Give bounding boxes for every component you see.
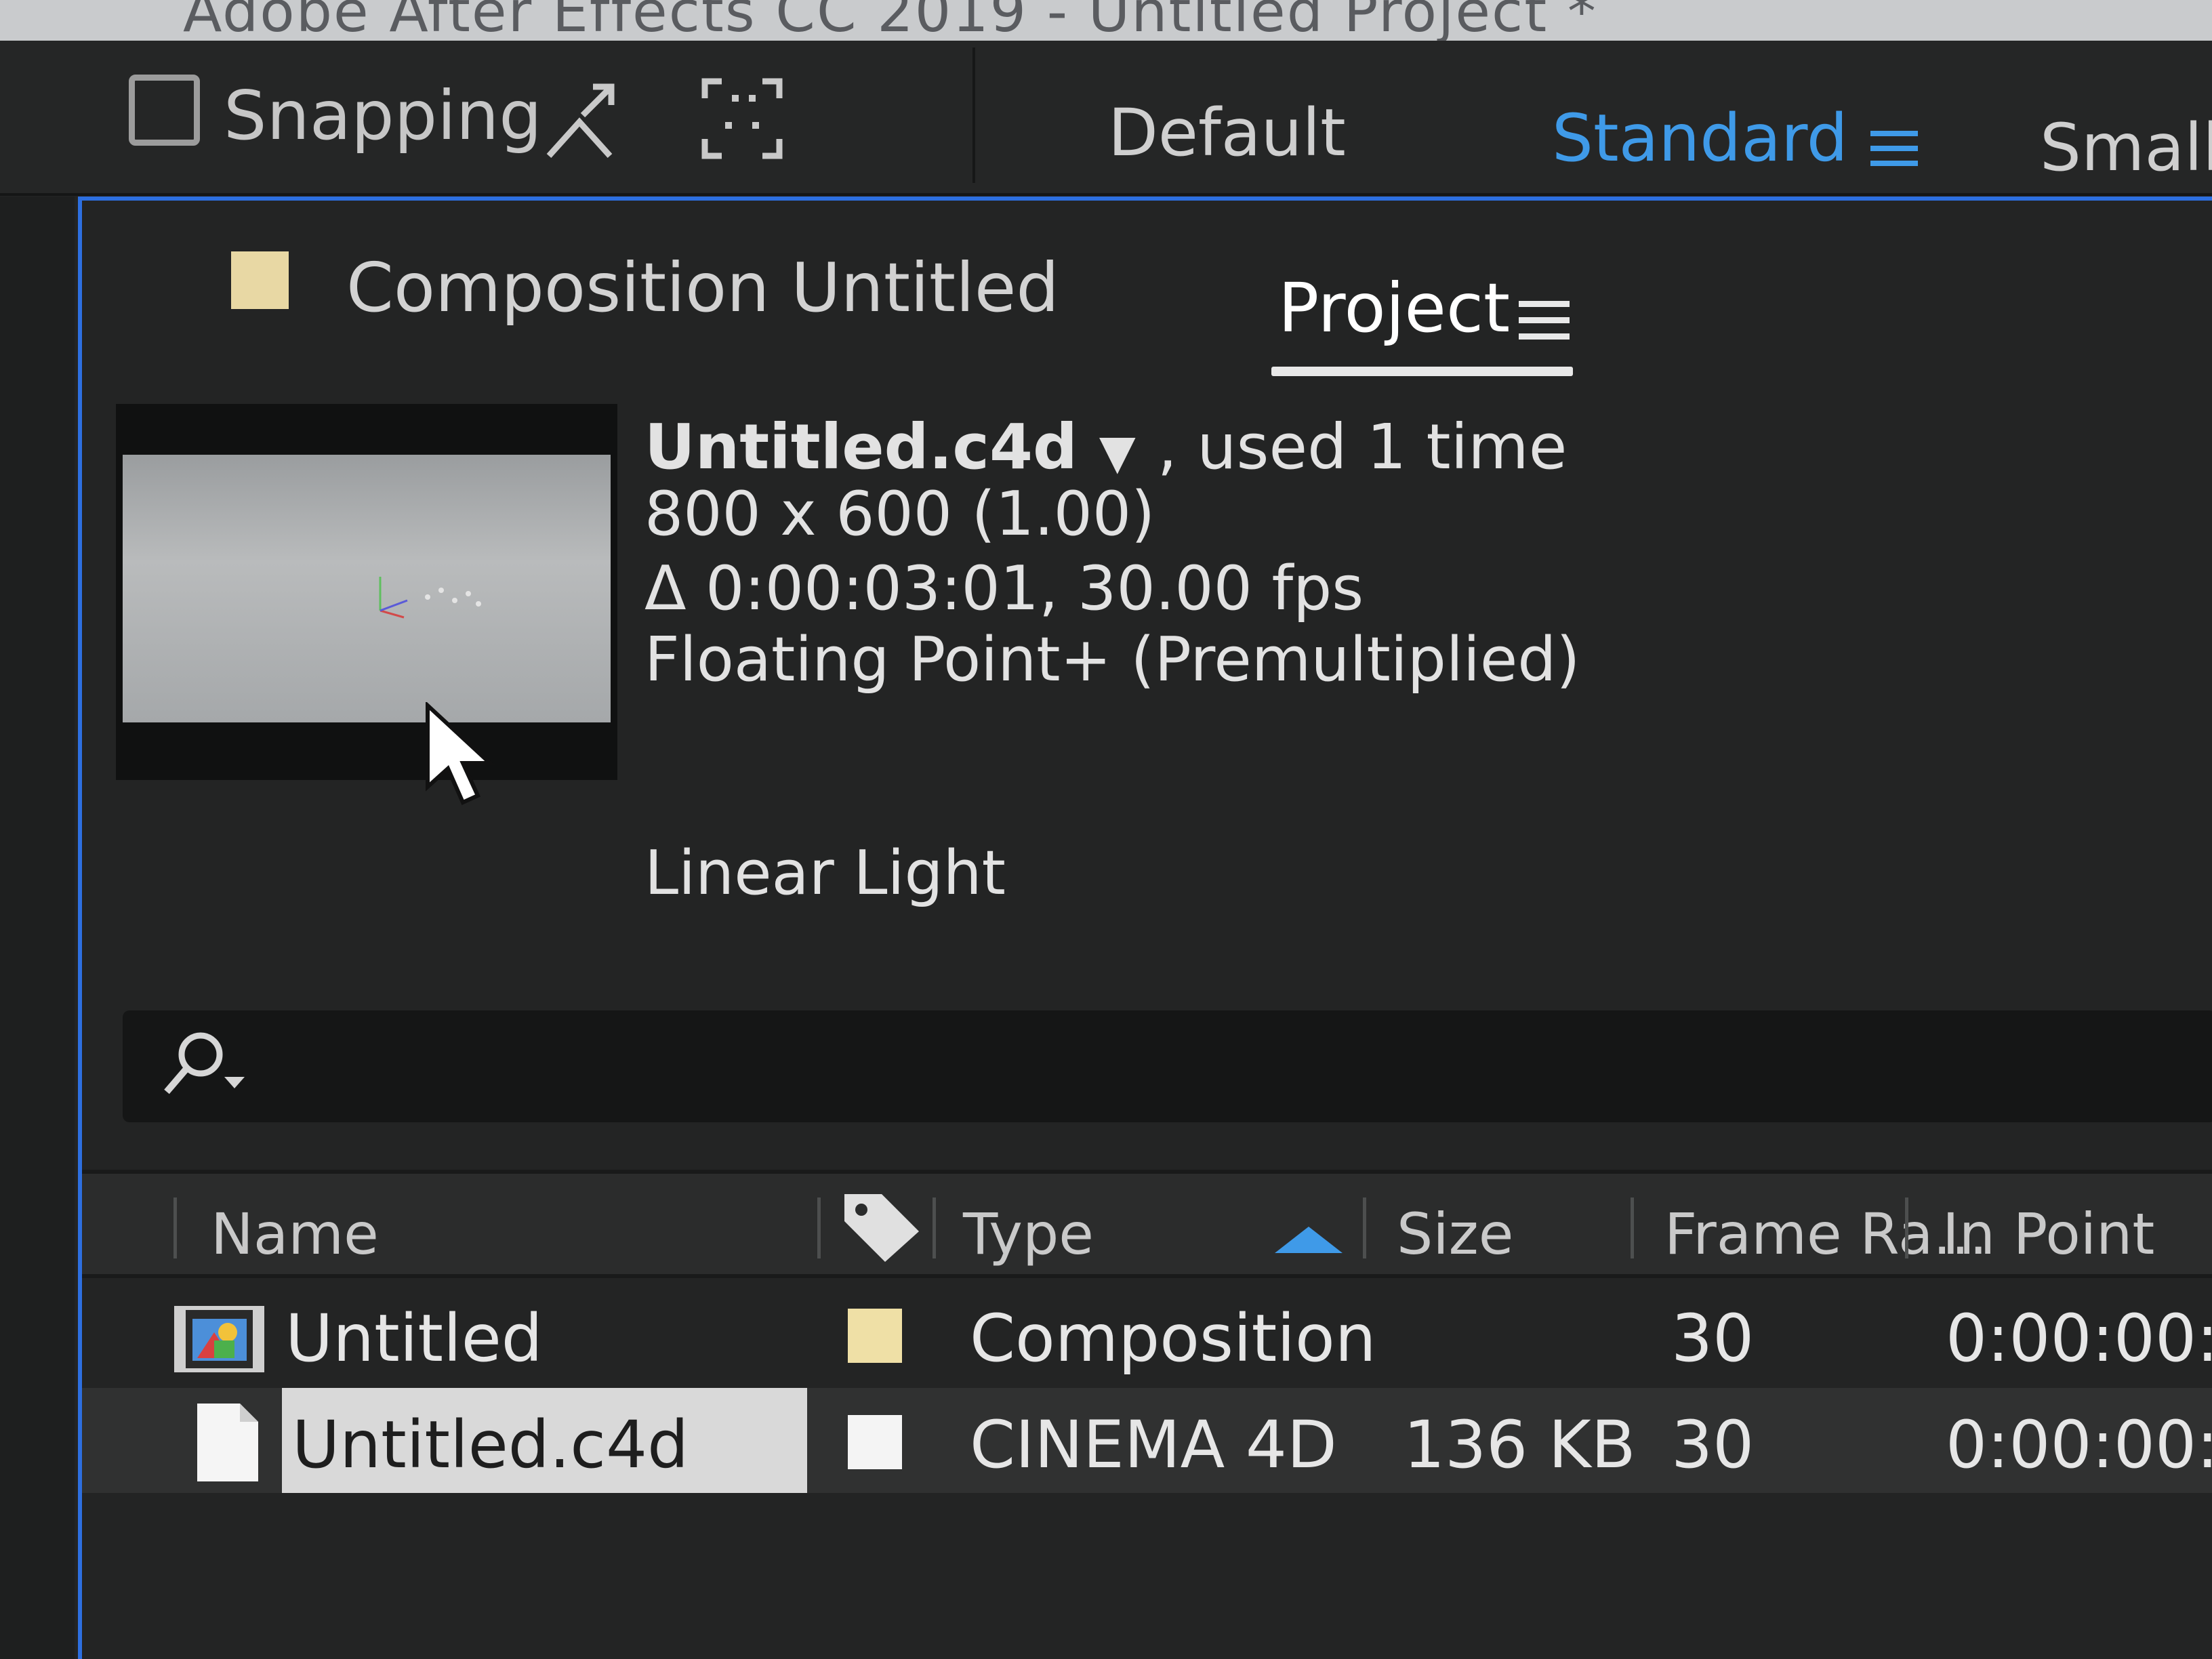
row-size: 136 KB xyxy=(1404,1407,1636,1483)
active-tab-underline xyxy=(1271,367,1573,376)
snap-features-icon[interactable] xyxy=(698,75,786,163)
row-frame-rate: 30 xyxy=(1671,1407,1755,1483)
after-effects-window: Adobe After Effects CC 2019 - Untitled P… xyxy=(0,0,2212,1659)
row-frame-rate: 30 xyxy=(1671,1300,1755,1376)
toolbar-divider xyxy=(972,47,975,183)
snapping-label[interactable]: Snapping xyxy=(224,76,542,155)
workspace-standard[interactable]: Standard xyxy=(1552,100,1848,176)
row-name[interactable]: Untitled.c4d xyxy=(292,1407,689,1483)
window-title: Adobe After Effects CC 2019 - Untitled P… xyxy=(183,0,1597,41)
left-panel-edge xyxy=(0,197,75,1659)
table-row-selected[interactable]: Untitled.c4d CINEMA 4D 136 KB 30 0:00:00… xyxy=(82,1388,2212,1493)
footage-color-depth: Floating Point+ (Premultiplied) xyxy=(644,624,1580,695)
row-type: Composition xyxy=(970,1300,1376,1376)
workspace-default[interactable]: Default xyxy=(1108,95,1346,171)
column-separator[interactable] xyxy=(1363,1197,1366,1258)
label-tag-icon[interactable] xyxy=(841,1191,922,1265)
column-header-frame-rate[interactable]: Frame Ra... xyxy=(1664,1201,1988,1267)
snap-edges-icon[interactable] xyxy=(535,75,623,163)
table-row[interactable]: Untitled Composition 30 0:00:00:00 xyxy=(82,1282,2212,1387)
column-separator[interactable] xyxy=(933,1197,936,1258)
footage-duration: Δ 0:00:03:01, 30.00 fps xyxy=(644,553,1364,624)
sort-ascending-icon[interactable] xyxy=(1271,1225,1346,1255)
footage-info-name: Untitled.c4d ▼ , used 1 time xyxy=(644,411,1567,483)
search-input[interactable] xyxy=(123,1010,2212,1122)
row-label-swatch[interactable] xyxy=(848,1309,902,1363)
footage-file-name[interactable]: Untitled.c4d xyxy=(644,411,1078,483)
column-separator[interactable] xyxy=(817,1197,821,1258)
workspace-menu-icon[interactable] xyxy=(1870,125,1918,173)
thumbnail-preview xyxy=(123,455,611,722)
column-header-type[interactable]: Type xyxy=(963,1201,1094,1267)
column-separator[interactable] xyxy=(173,1197,177,1258)
composition-icon xyxy=(174,1306,264,1372)
file-icon xyxy=(197,1404,258,1481)
toolbar: Snapping Default Standard Small S xyxy=(0,41,2212,196)
column-header-size[interactable]: Size xyxy=(1397,1201,1513,1267)
composition-label-chip xyxy=(231,251,289,309)
tab-composition-untitled[interactable]: Composition Untitled xyxy=(346,248,1059,327)
row-name[interactable]: Untitled xyxy=(285,1300,543,1376)
row-label-swatch[interactable] xyxy=(848,1415,902,1469)
usage-count: , used 1 time xyxy=(1157,411,1568,483)
row-in-point: 0:00:00:00 xyxy=(1946,1407,2212,1483)
title-bar: Adobe After Effects CC 2019 - Untitled P… xyxy=(0,0,2212,41)
tab-project[interactable]: Project xyxy=(1278,268,1510,348)
column-separator[interactable] xyxy=(1631,1197,1634,1258)
row-type: CINEMA 4D xyxy=(970,1407,1337,1483)
footage-thumbnail xyxy=(116,404,617,780)
column-separator[interactable] xyxy=(1905,1197,1908,1258)
row-in-point: 0:00:00:00 xyxy=(1946,1300,2212,1376)
preview-scene-marks xyxy=(379,577,481,619)
panel-menu-icon[interactable] xyxy=(1519,295,1570,346)
column-header-in-point[interactable]: In Point xyxy=(1942,1201,2154,1267)
column-header-name[interactable]: Name xyxy=(211,1201,379,1267)
mouse-cursor-icon xyxy=(426,702,495,805)
project-table-header: Name Type Size Frame Ra... In Point xyxy=(82,1170,2212,1278)
snapping-checkbox[interactable] xyxy=(129,75,200,146)
footage-resolution: 800 x 600 (1.00) xyxy=(644,478,1155,550)
project-panel: Composition Untitled Project Untitled.c4… xyxy=(78,197,2212,1659)
footage-color-space: Linear Light xyxy=(644,838,1006,909)
workspace-small-screen[interactable]: Small S xyxy=(2040,110,2212,186)
chevron-down-icon[interactable]: ▼ xyxy=(1099,424,1136,480)
search-icon[interactable] xyxy=(150,1024,258,1105)
